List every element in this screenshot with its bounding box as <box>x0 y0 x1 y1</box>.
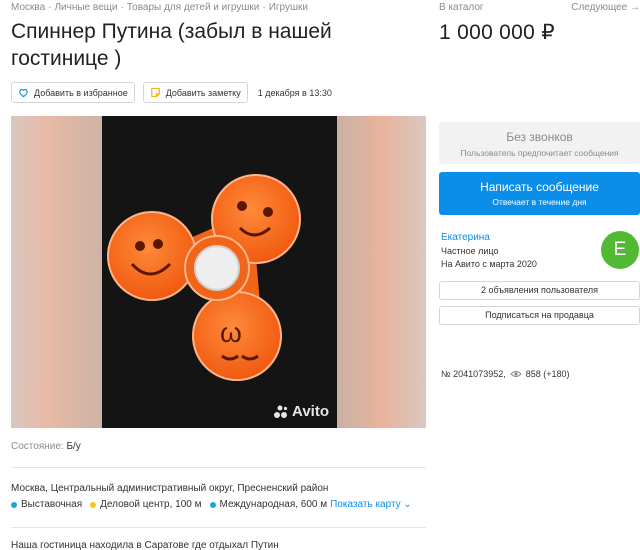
view-count: 858 (+180) <box>525 369 570 379</box>
note-icon <box>150 87 161 98</box>
write-message-button[interactable]: Написать сообщение Отвечает в течение дн… <box>439 172 640 215</box>
add-note-button[interactable]: Добавить заметку <box>142 82 248 103</box>
avatar[interactable]: E <box>601 231 639 269</box>
no-calls-title: Без звонков <box>506 130 573 144</box>
seller-since: На Авито с марта 2020 <box>441 259 537 269</box>
seller-name-link[interactable]: Екатерина <box>441 232 490 243</box>
breadcrumb-item-toys[interactable]: Игрушки <box>269 2 308 13</box>
no-calls-subtitle: Пользователь предпочитает сообщения <box>460 148 619 158</box>
no-calls-notice: Без звонков Пользователь предпочитает со… <box>439 122 640 164</box>
heart-icon <box>18 87 29 98</box>
description: Наша гостиница находила в Саратове где о… <box>11 540 279 550</box>
show-map-label: Показать карту <box>330 499 401 510</box>
breadcrumb-separator: · <box>48 2 52 13</box>
watermark-text: Avito <box>292 403 329 420</box>
metro-station: Деловой центр, 100 м <box>90 499 202 510</box>
metro-station-name: Выставочная <box>21 499 83 510</box>
show-map-link[interactable]: Показать карту ⌄ <box>330 499 412 510</box>
address: Москва, Центральный административный окр… <box>11 483 329 494</box>
metro-station-name: Международная, 600 м <box>219 499 328 510</box>
add-to-favorites-label: Добавить в избранное <box>34 87 128 98</box>
watermark: Avito <box>273 403 329 420</box>
condition-value: Б/у <box>66 441 81 452</box>
item-condition: Состояние: Б/у <box>11 441 81 452</box>
next-listing-link[interactable]: Следующее → <box>571 2 640 13</box>
divider <box>11 527 426 528</box>
listing-actions: Добавить в избранное Добавить заметку 1 … <box>11 82 332 103</box>
publish-date: 1 декабря в 13:30 <box>257 87 332 98</box>
seller-type: Частное лицо <box>441 246 499 256</box>
breadcrumb: Москва · Личные вещи · Товары для детей и иг… <box>11 2 308 13</box>
metro-line-icon <box>11 501 17 508</box>
metro-station-name: Деловой центр, 100 м <box>100 499 202 510</box>
ad-number: № 2041073952, <box>441 369 506 379</box>
breadcrumb-item-kids[interactable]: Товары для детей и игрушки <box>127 2 260 13</box>
chevron-down-icon: ⌄ <box>403 499 412 510</box>
metro-line-icon <box>90 501 97 508</box>
metro-stations: Выставочная Деловой центр, 100 м Междуна… <box>11 499 412 510</box>
subscribe-seller-button[interactable]: Подписаться на продавца <box>439 306 640 325</box>
breadcrumb-separator: · <box>262 2 266 13</box>
add-to-favorites-button[interactable]: Добавить в избранное <box>11 82 135 103</box>
ad-meta: № 2041073952, 858 (+180) <box>441 369 570 379</box>
page-title: Спиннер Путина (забыл в нашей гостинице … <box>11 20 332 70</box>
fidget-spinner-image: ω <box>102 116 337 428</box>
avito-logo-icon <box>274 405 288 418</box>
metro-station: Международная, 600 м <box>209 499 328 510</box>
photo-gallery[interactable]: ω Avito <box>11 116 426 428</box>
divider <box>11 467 426 468</box>
condition-label: Состояние: <box>11 441 64 452</box>
metro-station: Выставочная <box>11 499 82 510</box>
price: 1 000 000 ₽ <box>439 21 555 44</box>
write-message-label: Написать сообщение <box>480 180 599 194</box>
breadcrumb-item-city[interactable]: Москва <box>11 2 45 13</box>
metro-line-icon <box>209 501 216 508</box>
add-note-label: Добавить заметку <box>165 87 241 98</box>
catalog-link[interactable]: В каталог <box>439 2 484 13</box>
svg-text:ω: ω <box>220 317 242 348</box>
response-time: Отвечает в течение дня <box>492 197 587 207</box>
main-photo[interactable]: ω Avito <box>102 116 337 428</box>
breadcrumb-item-personal[interactable]: Личные вещи <box>54 2 117 13</box>
gallery-blur-left <box>11 116 102 428</box>
breadcrumb-separator: · <box>120 2 124 13</box>
gallery-blur-right <box>337 116 426 428</box>
eye-icon <box>510 370 522 378</box>
seller-ads-button[interactable]: 2 объявления пользователя <box>439 281 640 300</box>
